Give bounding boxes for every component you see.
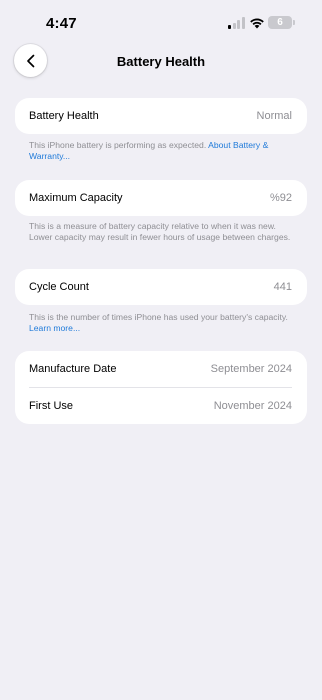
status-bar: 4:47 6: [0, 0, 322, 44]
cycle-count-value: 441: [273, 281, 292, 293]
battery-level: 6: [268, 16, 292, 29]
cycle-count-footnote: This is the number of times iPhone has u…: [29, 312, 299, 333]
wifi-icon: [250, 18, 264, 29]
cycle-count-row: Cycle Count 441: [15, 269, 307, 305]
manufacture-date-label: Manufacture Date: [29, 363, 117, 375]
battery-health-footnote: This iPhone battery is performing as exp…: [29, 140, 299, 161]
battery-health-footnote-text: This iPhone battery is performing as exp…: [29, 140, 209, 150]
maximum-capacity-footnote: This is a measure of battery capacity re…: [29, 221, 291, 242]
battery-health-card: Battery Health Normal: [15, 98, 307, 134]
battery-health-screen: 4:47 6 Battery Health Battery Health Nor…: [0, 0, 322, 700]
battery-health-row: Battery Health Normal: [15, 98, 307, 134]
maximum-capacity-value: %92: [269, 192, 292, 204]
cycle-count-card: Cycle Count 441: [15, 269, 307, 305]
manufacture-date-value: September 2024: [210, 363, 292, 375]
maximum-capacity-card: Maximum Capacity %92: [15, 180, 307, 216]
dates-card: Manufacture Date September 2024 First Us…: [15, 351, 307, 424]
cycle-count-footnote-text: This is the number of times iPhone has u…: [29, 312, 288, 322]
first-use-row: First Use November 2024: [15, 388, 307, 424]
first-use-value: November 2024: [213, 400, 292, 412]
cellular-signal-icon: [228, 17, 245, 29]
battery-health-value: Normal: [256, 110, 292, 122]
maximum-capacity-label: Maximum Capacity: [29, 192, 123, 204]
battery-icon: 6: [268, 16, 295, 29]
maximum-capacity-row: Maximum Capacity %92: [15, 180, 307, 216]
first-use-label: First Use: [29, 400, 73, 412]
status-time: 4:47: [46, 15, 77, 32]
battery-health-label: Battery Health: [29, 110, 99, 122]
learn-more-link[interactable]: Learn more...: [29, 323, 80, 333]
cycle-count-label: Cycle Count: [29, 281, 89, 293]
manufacture-date-row: Manufacture Date September 2024: [15, 351, 307, 387]
page-title: Battery Health: [116, 54, 206, 69]
